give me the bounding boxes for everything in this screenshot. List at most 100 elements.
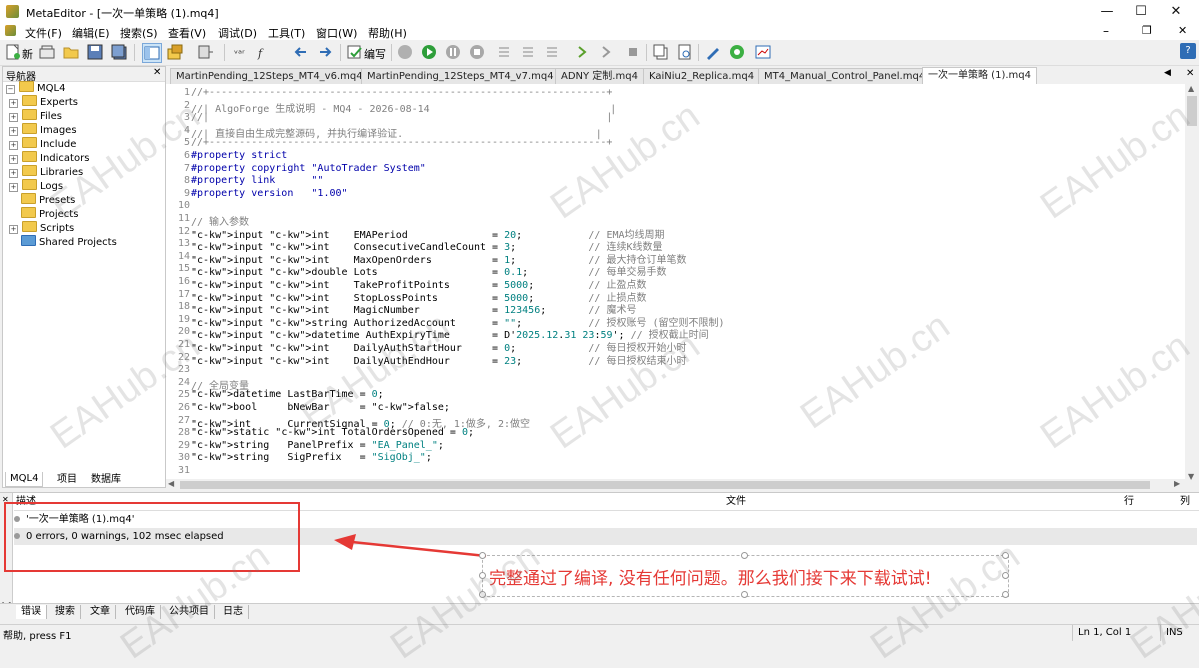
code-line[interactable]: //+-------------------------------------… <box>191 87 612 98</box>
menu-help[interactable]: 帮助(H) <box>368 25 407 41</box>
scroll-down-icon[interactable]: ▼ <box>1188 472 1194 481</box>
profile-icon[interactable] <box>576 43 594 61</box>
open-folder-icon[interactable] <box>62 43 80 61</box>
code-line[interactable]: "c-kw">static "c-kw">int TotalOrdersOpen… <box>191 427 474 438</box>
code-line[interactable]: //+-------------------------------------… <box>191 137 612 148</box>
hscroll-thumb[interactable] <box>180 481 1150 489</box>
vertical-scrollbar[interactable]: ▲ ▼ <box>1185 84 1199 484</box>
insert-function-icon[interactable]: f <box>256 43 274 61</box>
menu-debug[interactable]: 调试(D) <box>218 25 257 41</box>
scroll-left-icon[interactable]: ◀ <box>168 479 174 488</box>
new-project-icon[interactable] <box>38 43 56 61</box>
code-line[interactable]: //| | <box>191 112 612 123</box>
step-out-icon[interactable] <box>544 43 562 61</box>
tab-articles[interactable]: 文章 <box>85 605 116 619</box>
menu-view[interactable]: 查看(V) <box>168 25 206 41</box>
profile-next-icon[interactable] <box>600 43 618 61</box>
find-in-files-icon[interactable] <box>676 43 694 61</box>
tree-item-presets[interactable]: Presets <box>21 193 75 207</box>
scrollbar-thumb[interactable] <box>1187 96 1197 126</box>
code-line[interactable]: #property strict <box>191 150 287 161</box>
menu-window[interactable]: 窗口(W) <box>316 25 357 41</box>
code-line[interactable]: #property version "1.00" <box>191 188 348 199</box>
tab-scroll-left-icon[interactable]: ◀ <box>1164 68 1171 78</box>
step-over-icon[interactable] <box>520 43 538 61</box>
compile-icon[interactable] <box>346 43 364 61</box>
tab-close-icon[interactable]: ✕ <box>1186 68 1194 79</box>
toolbox-toggle-icon[interactable] <box>166 43 184 61</box>
compile-label[interactable]: 编写 <box>364 46 386 62</box>
tree-item-include[interactable]: + Include <box>9 137 76 151</box>
new-label[interactable]: 新 <box>22 46 33 62</box>
tree-root-mql4[interactable]: − MQL4 <box>6 81 65 95</box>
help-icon[interactable]: ? <box>1180 43 1196 59</box>
menu-search[interactable]: 搜索(S) <box>120 25 158 41</box>
code-area[interactable]: //+-------------------------------------… <box>166 84 1185 484</box>
mql5-storage-icon[interactable] <box>728 43 746 61</box>
terminal-icon[interactable] <box>754 43 772 61</box>
menu-edit[interactable]: 编辑(E) <box>72 25 110 41</box>
back-arrow-icon[interactable] <box>292 43 310 61</box>
nav-tab-project[interactable]: 项目 <box>53 473 81 487</box>
tree-item-experts[interactable]: + Experts <box>9 95 78 109</box>
code-line[interactable]: "c-kw">string SigPrefix = "SigObj_"; <box>191 452 432 463</box>
tree-item-shared-projects[interactable]: Shared Projects <box>21 235 117 249</box>
child-minimize-button[interactable]: – <box>1103 24 1109 38</box>
save-icon[interactable] <box>86 43 104 61</box>
close-window-button[interactable]: ✕ <box>1153 0 1199 23</box>
child-close-button[interactable]: ✕ <box>1178 24 1187 37</box>
copy-icon[interactable] <box>652 43 670 61</box>
code-line[interactable]: "c-kw">input "c-kw">int DailyAuthEndHour… <box>191 352 686 367</box>
document-icon[interactable] <box>5 25 16 36</box>
tab-manual-panel[interactable]: MT4_Manual_Control_Panel.mq4 <box>758 68 932 84</box>
tab-public-projects[interactable]: 公共项目 <box>164 605 215 619</box>
tab-kainiu2[interactable]: KaiNiu2_Replica.mq4 <box>643 68 761 84</box>
navigator-close-icon[interactable]: ✕ <box>153 67 161 78</box>
nav-tab-database[interactable]: 数据库 <box>87 473 125 487</box>
styler-icon[interactable] <box>196 43 214 61</box>
code-line[interactable]: "c-kw">string PanelPrefix = "EA_Panel_"; <box>191 440 444 451</box>
tab-martin-v7[interactable]: MartinPending_12Steps_MT4_v7.mq4 <box>361 68 560 84</box>
code-line[interactable]: "c-kw">datetime LastBarTime = 0; <box>191 389 384 400</box>
tab-active-file[interactable]: 一次一单策略 (1).mq4 <box>922 67 1037 85</box>
tree-item-images[interactable]: + Images <box>9 123 77 137</box>
pen-icon[interactable] <box>704 43 722 61</box>
save-all-icon[interactable] <box>110 43 128 61</box>
tab-journal[interactable]: 日志 <box>218 605 249 619</box>
debug-icon[interactable] <box>396 43 414 61</box>
code-editor[interactable]: 1 2 3 4 5 6 7 8 9 10 11 12 13 14 15 16 17 18 19 20 21 22 23 24 2… <box>166 84 1185 484</box>
tree-item-scripts[interactable]: + Scripts <box>9 221 74 235</box>
horizontal-scrollbar[interactable]: ◀ ▶ <box>166 479 1185 491</box>
forward-arrow-icon[interactable] <box>316 43 334 61</box>
stop-profile-icon[interactable] <box>624 43 642 61</box>
code-line[interactable]: "c-kw">bool bNewBar = "c-kw">false; <box>191 402 450 413</box>
pause-icon[interactable] <box>444 43 462 61</box>
child-restore-button[interactable]: ❐ <box>1142 24 1152 37</box>
metaeditor-app-icon <box>6 5 19 18</box>
status-cursor-position: Ln 1, Col 1 <box>1078 627 1132 638</box>
tab-search[interactable]: 搜索 <box>50 605 81 619</box>
step-into-icon[interactable] <box>496 43 514 61</box>
tab-errors[interactable]: 错误 <box>16 605 47 619</box>
tree-item-indicators[interactable]: + Indicators <box>9 151 89 165</box>
status-bar: 帮助, press F1 Ln 1, Col 1 INS <box>0 624 1199 642</box>
new-file-icon[interactable] <box>4 43 22 61</box>
start-icon[interactable] <box>420 43 438 61</box>
code-line[interactable]: #property copyright "AutoTrader System" <box>191 163 426 174</box>
code-line[interactable]: #property link "" <box>191 175 323 186</box>
nav-tab-mql4[interactable]: MQL4 <box>5 472 44 487</box>
navigator-toggle-icon[interactable] <box>142 43 162 63</box>
scroll-right-icon[interactable]: ▶ <box>1174 479 1180 488</box>
tree-item-logs[interactable]: + Logs <box>9 179 63 193</box>
tree-item-files[interactable]: + Files <box>9 109 62 123</box>
insert-variable-icon[interactable]: ᵛᵃʳ <box>232 43 250 61</box>
tree-item-libraries[interactable]: + Libraries <box>9 165 83 179</box>
stop-icon[interactable] <box>468 43 486 61</box>
scroll-up-icon[interactable]: ▲ <box>1188 84 1194 93</box>
menu-tools[interactable]: 工具(T) <box>268 25 305 41</box>
menu-file[interactable]: 文件(F) <box>25 25 62 41</box>
tab-martin-v6[interactable]: MartinPending_12Steps_MT4_v6.mq4 <box>170 68 369 84</box>
tab-codebase[interactable]: 代码库 <box>120 605 161 619</box>
tree-item-projects[interactable]: Projects <box>21 207 78 221</box>
tab-adny[interactable]: ADNY 定制.mq4 <box>555 68 644 84</box>
